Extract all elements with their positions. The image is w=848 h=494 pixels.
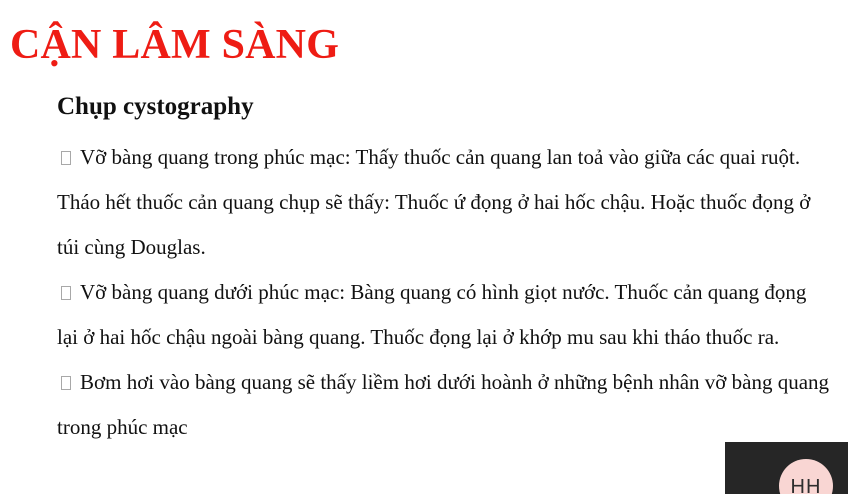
bullet-list: Vỡ bàng quang trong phúc mạc: Thấy thuốc… [57, 135, 832, 450]
slide-title: CẬN LÂM SÀNG [10, 22, 340, 68]
bullet-item: Bơm hơi vào bàng quang sẽ thấy liềm hơi … [57, 360, 832, 450]
slide: CẬN LÂM SÀNG Chụp cystography Vỡ bàng qu… [0, 0, 848, 494]
bullet-text: Bơm hơi vào bàng quang sẽ thấy liềm hơi … [57, 370, 830, 439]
slide-subtitle: Chụp cystography [57, 93, 254, 120]
bullet-item: Vỡ bàng quang dưới phúc mạc: Bàng quang … [57, 270, 832, 360]
bullet-text: Vỡ bàng quang dưới phúc mạc: Bàng quang … [57, 280, 807, 349]
square-bullet-icon [61, 376, 71, 390]
square-bullet-icon [61, 151, 71, 165]
bullet-text: Vỡ bàng quang trong phúc mạc: Thấy thuốc… [57, 145, 811, 259]
bullet-item: Vỡ bàng quang trong phúc mạc: Thấy thuốc… [57, 135, 832, 270]
square-bullet-icon [61, 286, 71, 300]
